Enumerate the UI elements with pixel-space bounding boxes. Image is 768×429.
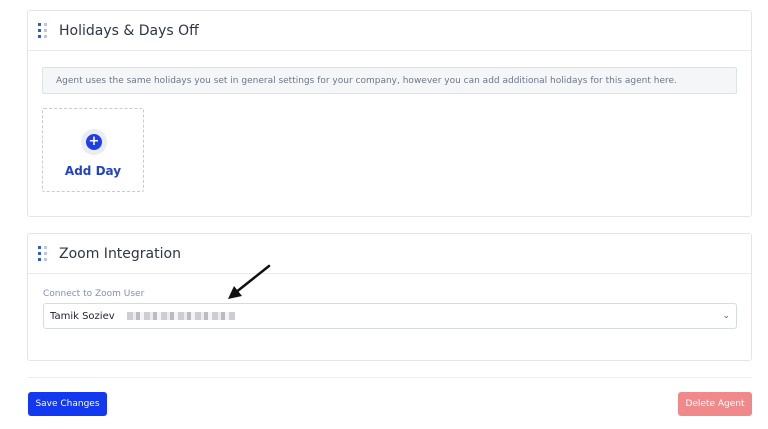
redacted-email <box>126 312 235 320</box>
drag-handle-icon[interactable] <box>38 22 48 39</box>
zoom-card: Zoom Integration Connect to Zoom User Ta… <box>27 233 752 361</box>
zoom-user-field-label: Connect to Zoom User <box>43 289 145 299</box>
footer-divider <box>27 377 752 378</box>
holidays-card-header: Holidays & Days Off <box>28 11 751 51</box>
delete-agent-button[interactable]: Delete Agent <box>678 392 752 416</box>
plus-circle-icon: + <box>81 129 107 155</box>
zoom-user-select[interactable]: Tamik Soziev ⌄ <box>43 303 737 329</box>
add-day-label: Add Day <box>64 164 122 178</box>
holidays-info-bar: Agent uses the same holidays you set in … <box>42 67 737 94</box>
chevron-down-icon: ⌄ <box>722 311 730 321</box>
holidays-card: Holidays & Days Off Agent uses the same … <box>27 10 752 217</box>
zoom-card-header: Zoom Integration <box>28 234 751 274</box>
zoom-user-selected-value: Tamik Soziev <box>50 310 115 322</box>
drag-handle-icon[interactable] <box>38 245 48 262</box>
holidays-title: Holidays & Days Off <box>59 22 199 39</box>
add-day-button[interactable]: + Add Day <box>42 108 144 192</box>
zoom-title: Zoom Integration <box>59 245 181 262</box>
annotation-arrow-icon <box>228 264 271 299</box>
save-changes-button[interactable]: Save Changes <box>28 392 107 416</box>
